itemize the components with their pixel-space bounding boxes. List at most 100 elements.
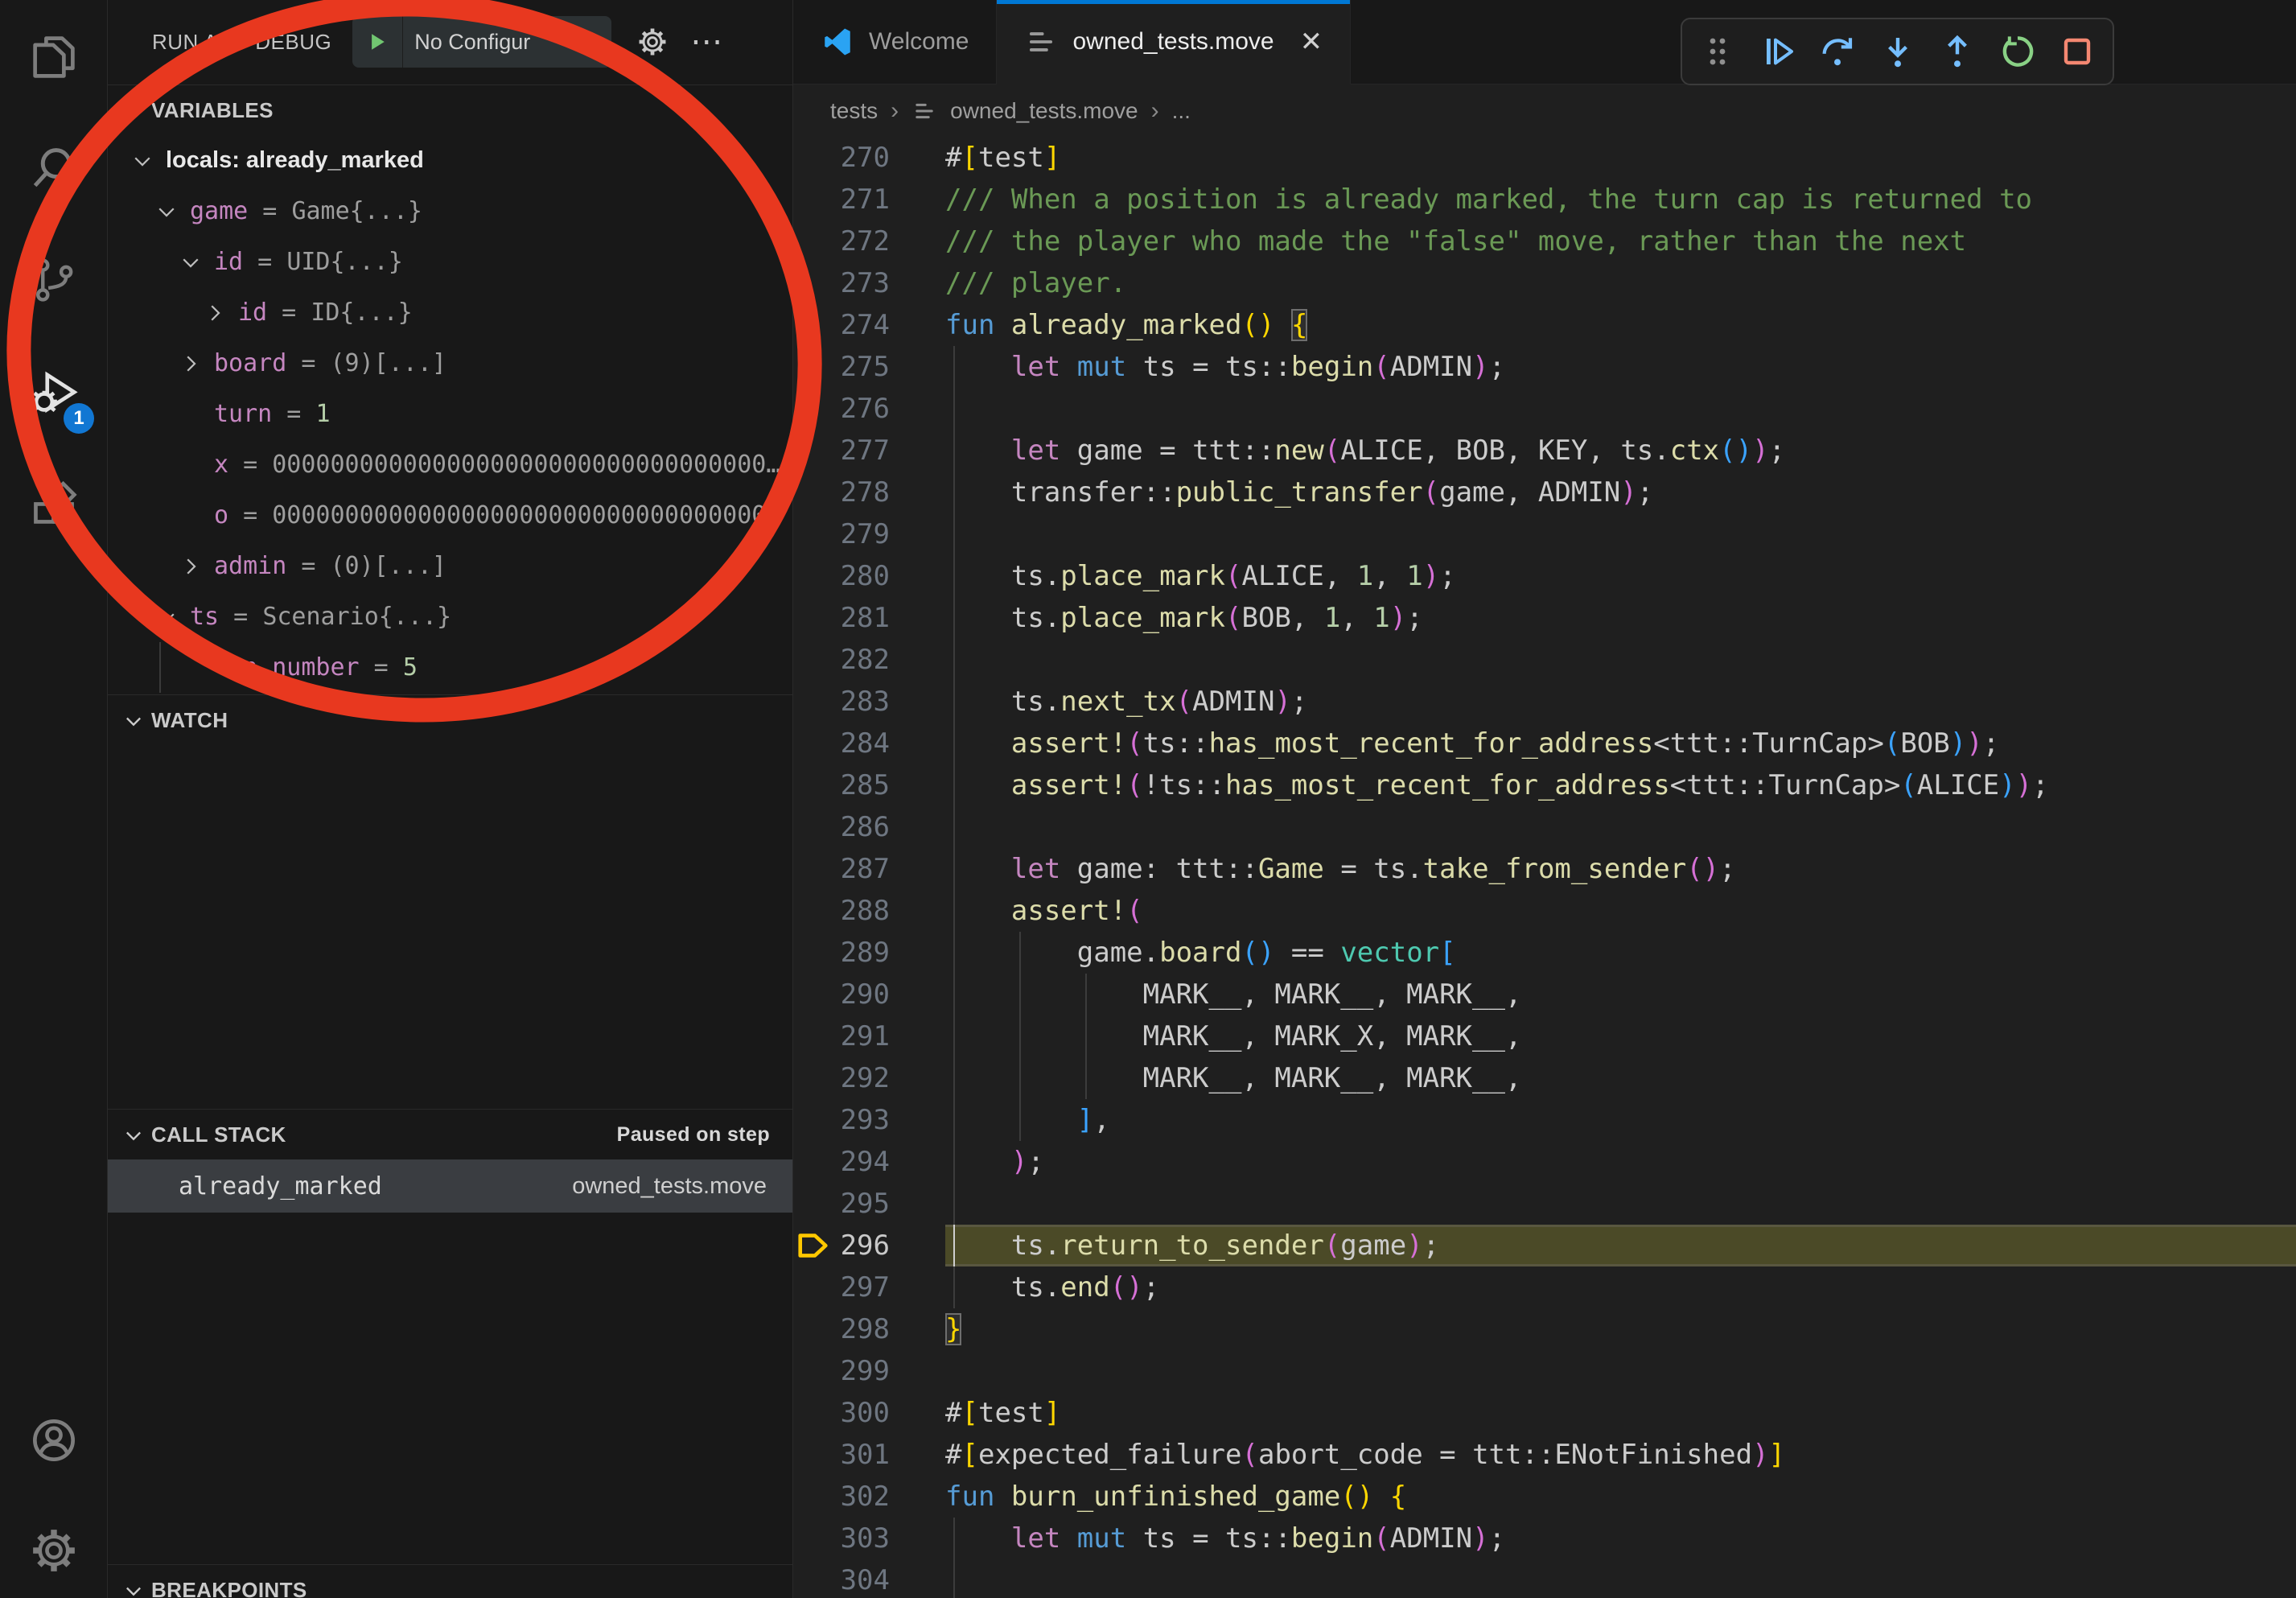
code-text[interactable]: ts.place_mark(ALICE, 1, 1); [890,555,1456,597]
variable-row[interactable]: turn = 1 [108,389,792,439]
line-number[interactable]: 271 [793,179,890,220]
code-text[interactable]: ts.end(); [890,1266,1159,1308]
code-text[interactable] [890,513,945,555]
chevron-down-icon[interactable] [130,149,166,173]
debug-config-dropdown[interactable]: No Configur [352,16,611,68]
code-text[interactable] [890,1559,945,1598]
code-text[interactable]: let mut ts = ts::begin(ADMIN); [890,346,1505,388]
chevron-right-icon[interactable] [179,554,214,579]
line-number[interactable]: 293 [793,1099,890,1141]
code-text[interactable]: assert!(ts::has_most_recent_for_address<… [890,723,1999,764]
sidebar-item-search[interactable] [0,115,107,222]
line-number[interactable]: 279 [793,513,890,555]
code-text[interactable]: #[test] [890,137,1060,179]
settings-button[interactable] [0,1497,107,1598]
line-number[interactable]: 299 [793,1350,890,1392]
code-line[interactable]: 278 transfer::public_transfer(game, ADMI… [793,472,2296,513]
code-line[interactable]: 301#[expected_failure(abort_code = ttt::… [793,1434,2296,1476]
line-number[interactable]: 278 [793,472,890,513]
line-number[interactable]: 282 [793,639,890,681]
code-line[interactable]: 273/// player. [793,262,2296,304]
code-line[interactable]: 282 [793,639,2296,681]
debug-settings-gear-icon[interactable] [636,25,669,59]
continue-button[interactable] [1759,32,1797,71]
code-line[interactable]: 298} [793,1308,2296,1350]
code-line[interactable]: 281 ts.place_mark(BOB, 1, 1); [793,597,2296,639]
code-text[interactable] [890,806,945,848]
line-number[interactable]: 295 [793,1183,890,1225]
account-button[interactable] [0,1386,107,1493]
code-line[interactable]: 290 MARK__, MARK__, MARK__, [793,974,2296,1015]
breakpoints-section-header[interactable]: BREAKPOINTS [108,1564,792,1598]
line-number[interactable]: 303 [793,1518,890,1559]
line-number[interactable]: 286 [793,806,890,848]
code-text[interactable]: MARK__, MARK_X, MARK__, [890,1015,1521,1057]
code-line[interactable]: 280 ts.place_mark(ALICE, 1, 1); [793,555,2296,597]
line-number[interactable]: 301 [793,1434,890,1476]
code-text[interactable]: ts.next_tx(ADMIN); [890,681,1307,723]
drag-grip-icon[interactable] [1698,32,1737,71]
code-text[interactable]: game.board() == vector[ [890,932,1456,974]
step-into-button[interactable] [1878,32,1917,71]
chevron-down-icon[interactable] [179,250,214,274]
code-line[interactable]: 292 MARK__, MARK__, MARK__, [793,1057,2296,1099]
code-line[interactable]: 287 let game: ttt::Game = ts.take_from_s… [793,848,2296,890]
code-text[interactable]: MARK__, MARK__, MARK__, [890,1057,1521,1099]
variable-row[interactable]: id = ID{...} [108,287,792,338]
code-text[interactable]: /// player. [890,262,1126,304]
code-line[interactable]: 300#[test] [793,1392,2296,1434]
code-text[interactable] [890,388,945,430]
code-line[interactable]: 288 assert!( [793,890,2296,932]
code-line[interactable]: 304 [793,1559,2296,1598]
code-line[interactable]: 286 [793,806,2296,848]
line-number[interactable]: 289 [793,932,890,974]
code-lines[interactable]: 270#[test]271/// When a position is alre… [793,137,2296,1598]
variable-row[interactable]: o = 0000000000000000000000000000000000. [108,490,792,541]
line-number[interactable]: 277 [793,430,890,472]
code-text[interactable]: fun burn_unfinished_game() { [890,1476,1406,1518]
line-number[interactable]: 276 [793,388,890,430]
code-line[interactable]: 294 ); [793,1141,2296,1183]
variables-scope-row[interactable]: locals: already_marked [108,135,792,186]
line-number[interactable]: 283 [793,681,890,723]
code-line[interactable]: 279 [793,513,2296,555]
code-text[interactable]: ); [890,1141,1044,1183]
tab-welcome[interactable]: Welcome [793,0,997,84]
debug-start-icon[interactable] [352,16,403,68]
watch-section-header[interactable]: WATCH [108,694,792,746]
code-text[interactable]: MARK__, MARK__, MARK__, [890,974,1521,1015]
line-number[interactable]: 298 [793,1308,890,1350]
line-number[interactable]: 302 [793,1476,890,1518]
variable-row[interactable]: txn_number = 5 [108,642,792,693]
code-text[interactable]: transfer::public_transfer(game, ADMIN); [890,472,1653,513]
code-line[interactable]: 297 ts.end(); [793,1266,2296,1308]
code-line[interactable]: 303 let mut ts = ts::begin(ADMIN); [793,1518,2296,1559]
code-line[interactable]: 274fun already_marked() { [793,304,2296,346]
sidebar-item-run-and-debug[interactable]: 1 [0,340,107,447]
variable-row[interactable]: admin = (0)[...] [108,541,792,591]
code-line[interactable]: 291 MARK__, MARK_X, MARK__, [793,1015,2296,1057]
code-text[interactable]: ts.place_mark(BOB, 1, 1); [890,597,1423,639]
code-line[interactable]: 283 ts.next_tx(ADMIN); [793,681,2296,723]
code-line[interactable]: 293 ], [793,1099,2296,1141]
line-number[interactable]: 297 [793,1266,890,1308]
line-number[interactable]: 274 [793,304,890,346]
code-line[interactable]: 296 ts.return_to_sender(game); [793,1225,2296,1266]
line-number[interactable]: 285 [793,764,890,806]
variable-row[interactable]: board = (9)[...] [108,338,792,389]
code-line[interactable]: 275 let mut ts = ts::begin(ADMIN); [793,346,2296,388]
variable-row[interactable]: ts = Scenario{...} [108,591,792,642]
line-number[interactable]: 281 [793,597,890,639]
code-line[interactable]: 285 assert!(!ts::has_most_recent_for_add… [793,764,2296,806]
line-number[interactable]: 284 [793,723,890,764]
code-line[interactable]: 271/// When a position is already marked… [793,179,2296,220]
restart-button[interactable] [1998,32,2037,71]
call-stack-frame-row[interactable]: already_marked owned_tests.move [108,1159,792,1213]
code-text[interactable]: /// the player who made the "false" move… [890,220,1966,262]
code-text[interactable]: } [890,1308,961,1350]
code-line[interactable]: 289 game.board() == vector[ [793,932,2296,974]
call-stack-section-header[interactable]: CALL STACK Paused on step [108,1109,792,1160]
line-number[interactable]: 280 [793,555,890,597]
code-line[interactable]: 276 [793,388,2296,430]
code-line[interactable]: 270#[test] [793,137,2296,179]
